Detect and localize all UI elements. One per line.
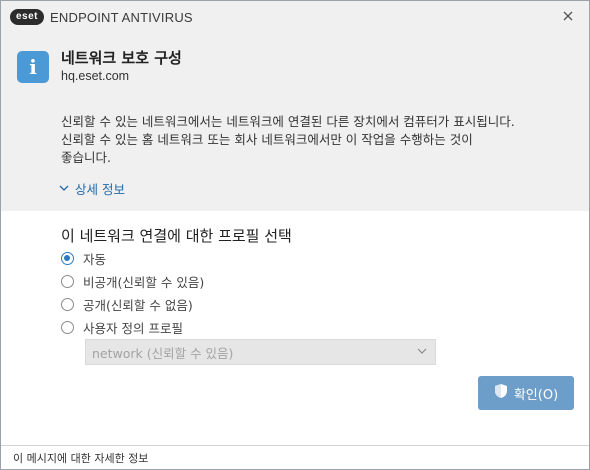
close-icon[interactable] <box>559 7 577 25</box>
description: 신뢰할 수 있는 네트워크에서는 네트워크에 연결된 다른 장치에서 컴퓨터가 … <box>61 113 576 167</box>
footer-link[interactable]: 이 메시지에 대한 자세한 정보 <box>1 445 589 469</box>
ok-button[interactable]: 확인(O) <box>478 376 574 410</box>
radio-button[interactable] <box>61 321 74 334</box>
eset-logo: eset <box>10 9 45 25</box>
radio-label: 자동 <box>83 252 107 267</box>
radio-label: 공개(신뢰할 수 없음) <box>83 298 193 313</box>
radio-button[interactable] <box>61 252 74 265</box>
dialog-heading: 네트워크 보호 구성 <box>61 49 182 67</box>
radio-label: 비공개(신뢰할 수 있음) <box>83 275 205 290</box>
ok-button-label: 확인(O) <box>513 387 559 403</box>
shield-icon <box>494 383 508 403</box>
description-line: 좋습니다. <box>61 150 111 165</box>
profile-title: 이 네트워크 연결에 대한 프로필 선택 <box>61 227 292 245</box>
network-host: hq.eset.com <box>61 69 130 83</box>
radio-button[interactable] <box>61 275 74 288</box>
info-icon: i <box>17 51 49 83</box>
custom-profile-select[interactable]: network (신뢰할 수 있음) <box>85 339 436 365</box>
radio-private[interactable]: 비공개(신뢰할 수 있음) <box>61 272 204 291</box>
chevron-down-icon <box>59 182 69 195</box>
details-link[interactable]: 상세 정보 <box>59 179 125 198</box>
footer-text: 이 메시지에 대한 자세한 정보 <box>13 451 149 465</box>
description-line: 신뢰할 수 있는 네트워크에서는 네트워크에 연결된 다른 장치에서 컴퓨터가 … <box>61 114 515 129</box>
info-panel: i 네트워크 보호 구성 hq.eset.com 신뢰할 수 있는 네트워크에서… <box>1 33 589 211</box>
radio-auto[interactable]: 자동 <box>61 249 106 268</box>
select-value: network (신뢰할 수 있음) <box>92 345 234 361</box>
profile-section: 이 네트워크 연결에 대한 프로필 선택 자동 비공개(신뢰할 수 있음) 공개… <box>1 211 589 436</box>
radio-public[interactable]: 공개(신뢰할 수 없음) <box>61 295 193 314</box>
chevron-down-icon <box>417 347 427 358</box>
dialog-window: eset ENDPOINT ANTIVIRUS i 네트워크 보호 구성 hq.… <box>0 0 590 470</box>
details-link-label: 상세 정보 <box>75 182 125 197</box>
radio-label: 사용자 정의 프로필 <box>83 321 183 336</box>
radio-button[interactable] <box>61 298 74 311</box>
app-title: ENDPOINT ANTIVIRUS <box>50 9 193 25</box>
description-line: 신뢰할 수 있는 홈 네트워크 또는 회사 네트워크에서만 이 작업을 수행하는… <box>61 132 473 147</box>
title-bar: eset ENDPOINT ANTIVIRUS <box>1 1 589 33</box>
radio-custom[interactable]: 사용자 정의 프로필 <box>61 318 183 337</box>
